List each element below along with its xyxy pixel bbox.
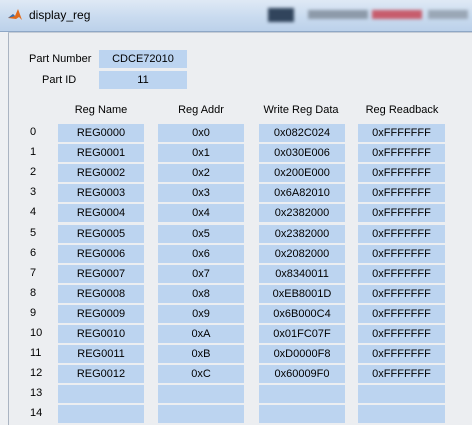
reg-readback-field[interactable]: 0xFFFFFFF — [358, 365, 445, 383]
reg-addr-field[interactable]: 0x8 — [158, 285, 244, 303]
reg-addr-field[interactable]: 0xB — [158, 345, 244, 363]
reg-readback-field[interactable]: 0xFFFFFFF — [358, 325, 445, 343]
write-reg-data-field[interactable]: 0x030E006 — [259, 144, 345, 162]
row-index: 2 — [30, 166, 37, 178]
write-reg-data-field[interactable] — [259, 405, 345, 423]
part-number-label: Part Number — [29, 53, 92, 65]
reg-name-field[interactable]: REG0000 — [58, 124, 144, 142]
col-header-reg-addr: Reg Addr — [178, 104, 224, 116]
reg-addr-field[interactable]: 0x3 — [158, 184, 244, 202]
reg-addr-field[interactable]: 0x0 — [158, 124, 244, 142]
reg-name-field[interactable]: REG0007 — [58, 265, 144, 283]
row-index: 8 — [30, 287, 37, 299]
reg-name-field[interactable]: REG0003 — [58, 184, 144, 202]
write-reg-data-field[interactable]: 0x2382000 — [259, 225, 345, 243]
reg-addr-field[interactable]: 0xC — [158, 365, 244, 383]
reg-readback-field[interactable]: 0xFFFFFFF — [358, 124, 445, 142]
reg-readback-field[interactable] — [358, 385, 445, 403]
window-title: display_reg — [29, 8, 91, 22]
write-reg-data-field[interactable]: 0xD0000F8 — [259, 345, 345, 363]
col-header-reg-name: Reg Name — [74, 104, 128, 116]
reg-readback-field[interactable]: 0xFFFFFFF — [358, 225, 445, 243]
reg-addr-field[interactable]: 0xA — [158, 325, 244, 343]
reg-name-field[interactable]: REG0004 — [58, 204, 144, 222]
reg-name-field[interactable]: REG0012 — [58, 365, 144, 383]
reg-addr-field[interactable] — [158, 405, 244, 423]
reg-readback-field[interactable] — [358, 405, 445, 423]
row-index: 9 — [30, 307, 37, 319]
part-number-field[interactable]: CDCE72010 — [99, 50, 187, 68]
part-id-label: Part ID — [42, 74, 77, 86]
reg-addr-field[interactable]: 0x6 — [158, 245, 244, 263]
reg-addr-field[interactable]: 0x4 — [158, 204, 244, 222]
row-index: 7 — [30, 267, 37, 279]
reg-name-field[interactable]: REG0005 — [58, 225, 144, 243]
reg-readback-field[interactable]: 0xFFFFFFF — [358, 285, 445, 303]
reg-name-field[interactable]: REG0001 — [58, 144, 144, 162]
matlab-icon — [8, 9, 22, 20]
row-index: 12 — [30, 367, 43, 379]
title-bar[interactable]: display_reg — [0, 0, 472, 32]
row-index: 4 — [30, 206, 37, 218]
reg-readback-field[interactable]: 0xFFFFFFF — [358, 144, 445, 162]
row-index: 0 — [30, 126, 37, 138]
col-header-write-reg-data: Write Reg Data — [263, 104, 339, 116]
write-reg-data-field[interactable]: 0x6A82010 — [259, 184, 345, 202]
reg-readback-field[interactable]: 0xFFFFFFF — [358, 305, 445, 323]
reg-readback-field[interactable]: 0xFFFFFFF — [358, 245, 445, 263]
row-index: 14 — [30, 407, 43, 419]
blurred-background-window — [262, 4, 472, 28]
reg-addr-field[interactable]: 0x7 — [158, 265, 244, 283]
reg-readback-field[interactable]: 0xFFFFFFF — [358, 184, 445, 202]
row-index: 6 — [30, 247, 37, 259]
row-index: 5 — [30, 227, 37, 239]
write-reg-data-field[interactable]: 0x8340011 — [259, 265, 345, 283]
write-reg-data-field[interactable]: 0x2382000 — [259, 204, 345, 222]
write-reg-data-field[interactable]: 0x2082000 — [259, 245, 345, 263]
write-reg-data-field[interactable]: 0x60009F0 — [259, 365, 345, 383]
write-reg-data-field[interactable]: 0x01FC07F — [259, 325, 345, 343]
write-reg-data-field[interactable] — [259, 385, 345, 403]
row-index: 1 — [30, 146, 37, 158]
reg-addr-field[interactable]: 0x1 — [158, 144, 244, 162]
reg-name-field[interactable]: REG0006 — [58, 245, 144, 263]
reg-readback-field[interactable]: 0xFFFFFFF — [358, 345, 445, 363]
reg-addr-field[interactable]: 0x9 — [158, 305, 244, 323]
reg-name-field[interactable] — [58, 385, 144, 403]
write-reg-data-field[interactable]: 0x200E000 — [259, 164, 345, 182]
row-index: 10 — [30, 327, 43, 339]
reg-addr-field[interactable]: 0x2 — [158, 164, 244, 182]
reg-name-field[interactable] — [58, 405, 144, 423]
reg-readback-field[interactable]: 0xFFFFFFF — [358, 265, 445, 283]
reg-readback-field[interactable]: 0xFFFFFFF — [358, 204, 445, 222]
col-header-reg-readback: Reg Readback — [365, 104, 439, 116]
reg-name-field[interactable]: REG0009 — [58, 305, 144, 323]
write-reg-data-field[interactable]: 0xEB8001D — [259, 285, 345, 303]
reg-name-field[interactable]: REG0010 — [58, 325, 144, 343]
write-reg-data-field[interactable]: 0x6B000C4 — [259, 305, 345, 323]
part-id-field[interactable]: 11 — [99, 71, 187, 89]
row-index: 13 — [30, 387, 43, 399]
reg-name-field[interactable]: REG0002 — [58, 164, 144, 182]
reg-addr-field[interactable] — [158, 385, 244, 403]
reg-name-field[interactable]: REG0008 — [58, 285, 144, 303]
reg-readback-field[interactable]: 0xFFFFFFF — [358, 164, 445, 182]
reg-addr-field[interactable]: 0x5 — [158, 225, 244, 243]
row-index: 11 — [30, 347, 42, 359]
row-index: 3 — [30, 186, 37, 198]
write-reg-data-field[interactable]: 0x082C024 — [259, 124, 345, 142]
reg-name-field[interactable]: REG0011 — [58, 345, 144, 363]
